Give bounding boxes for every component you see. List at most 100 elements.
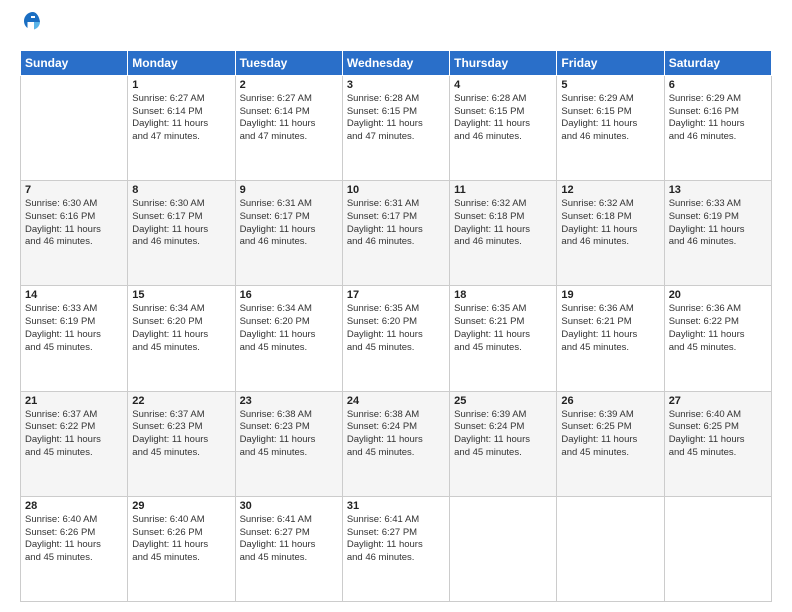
- day-number: 29: [132, 500, 230, 512]
- calendar-cell: 22Sunrise: 6:37 AM Sunset: 6:23 PM Dayli…: [128, 391, 235, 496]
- calendar-cell: 12Sunrise: 6:32 AM Sunset: 6:18 PM Dayli…: [557, 181, 664, 286]
- day-number: 25: [454, 395, 552, 407]
- calendar-header-row: SundayMondayTuesdayWednesdayThursdayFrid…: [21, 50, 772, 75]
- day-number: 5: [561, 79, 659, 91]
- day-number: 3: [347, 79, 445, 91]
- day-info: Sunrise: 6:29 AM Sunset: 6:15 PM Dayligh…: [561, 93, 659, 144]
- calendar-cell: 7 Sunrise: 6:30 AM Sunset: 6:16 PM Daylig…: [21, 181, 128, 286]
- day-info: Sunrise: 6:39 AM Sunset: 6:25 PM Dayligh…: [561, 409, 659, 460]
- day-info: Sunrise: 6:33 AM Sunset: 6:19 PM Dayligh…: [25, 303, 123, 354]
- calendar-page: SundayMondayTuesdayWednesdayThursdayFrid…: [0, 0, 792, 612]
- day-number: 21: [25, 395, 123, 407]
- day-number: 15: [132, 289, 230, 301]
- day-number: 30: [240, 500, 338, 512]
- calendar-cell: 18 Sunrise: 6:35 AM Sunset: 6:21 PM Dayli…: [450, 286, 557, 391]
- calendar-cell: 5 Sunrise: 6:29 AM Sunset: 6:15 PM Daylig…: [557, 75, 664, 180]
- calendar-cell: 31 Sunrise: 6:41 AM Sunset: 6:27 PM Dayli…: [342, 496, 449, 601]
- calendar-cell: [664, 496, 771, 601]
- day-number: 27: [669, 395, 767, 407]
- day-info: Sunrise: 6:38 AM Sunset: 6:24 PM Dayligh…: [347, 409, 445, 460]
- day-number: 20: [669, 289, 767, 301]
- day-info: Sunrise: 6:29 AM Sunset: 6:16 PM Dayligh…: [669, 93, 767, 144]
- week-row-2: 7 Sunrise: 6:30 AM Sunset: 6:16 PM Daylig…: [21, 181, 772, 286]
- day-info: Sunrise: 6:34 AM Sunset: 6:20 PM Dayligh…: [132, 303, 230, 354]
- calendar-cell: 9 Sunrise: 6:31 AM Sunset: 6:17 PM Daylig…: [235, 181, 342, 286]
- day-number: 24: [347, 395, 445, 407]
- calendar-cell: [21, 75, 128, 180]
- day-info: Sunrise: 6:27 AM Sunset: 6:14 PM Dayligh…: [132, 93, 230, 144]
- calendar-cell: 17Sunrise: 6:35 AM Sunset: 6:20 PM Dayli…: [342, 286, 449, 391]
- day-info: Sunrise: 6:35 AM Sunset: 6:21 PM Dayligh…: [454, 303, 552, 354]
- calendar-cell: [557, 496, 664, 601]
- day-info: Sunrise: 6:40 AM Sunset: 6:26 PM Dayligh…: [132, 514, 230, 565]
- day-header-wednesday: Wednesday: [342, 50, 449, 75]
- calendar-cell: 24 Sunrise: 6:38 AM Sunset: 6:24 PM Dayli…: [342, 391, 449, 496]
- calendar-cell: 25 Sunrise: 6:39 AM Sunset: 6:24 PM Dayli…: [450, 391, 557, 496]
- week-row-1: 1 Sunrise: 6:27 AM Sunset: 6:14 PM Daylig…: [21, 75, 772, 180]
- day-info: Sunrise: 6:40 AM Sunset: 6:25 PM Dayligh…: [669, 409, 767, 460]
- header: [20, 18, 772, 38]
- calendar-cell: 2Sunrise: 6:27 AM Sunset: 6:14 PM Daylig…: [235, 75, 342, 180]
- day-number: 26: [561, 395, 659, 407]
- day-info: Sunrise: 6:40 AM Sunset: 6:26 PM Dayligh…: [25, 514, 123, 565]
- day-info: Sunrise: 6:39 AM Sunset: 6:24 PM Dayligh…: [454, 409, 552, 460]
- day-number: 11: [454, 184, 552, 196]
- day-number: 1: [132, 79, 230, 91]
- calendar-cell: 8 Sunrise: 6:30 AM Sunset: 6:17 PM Daylig…: [128, 181, 235, 286]
- day-info: Sunrise: 6:32 AM Sunset: 6:18 PM Dayligh…: [561, 198, 659, 249]
- day-number: 13: [669, 184, 767, 196]
- day-info: Sunrise: 6:35 AM Sunset: 6:20 PM Dayligh…: [347, 303, 445, 354]
- logo: [20, 18, 44, 38]
- day-info: Sunrise: 6:33 AM Sunset: 6:19 PM Dayligh…: [669, 198, 767, 249]
- day-number: 19: [561, 289, 659, 301]
- day-info: Sunrise: 6:36 AM Sunset: 6:22 PM Dayligh…: [669, 303, 767, 354]
- week-row-5: 28 Sunrise: 6:40 AM Sunset: 6:26 PM Dayli…: [21, 496, 772, 601]
- day-info: Sunrise: 6:38 AM Sunset: 6:23 PM Dayligh…: [240, 409, 338, 460]
- day-header-sunday: Sunday: [21, 50, 128, 75]
- day-info: Sunrise: 6:30 AM Sunset: 6:17 PM Dayligh…: [132, 198, 230, 249]
- day-info: Sunrise: 6:32 AM Sunset: 6:18 PM Dayligh…: [454, 198, 552, 249]
- day-header-thursday: Thursday: [450, 50, 557, 75]
- calendar-table: SundayMondayTuesdayWednesdayThursdayFrid…: [20, 50, 772, 602]
- calendar-cell: 15 Sunrise: 6:34 AM Sunset: 6:20 PM Dayli…: [128, 286, 235, 391]
- week-row-3: 14 Sunrise: 6:33 AM Sunset: 6:19 PM Dayli…: [21, 286, 772, 391]
- day-info: Sunrise: 6:41 AM Sunset: 6:27 PM Dayligh…: [240, 514, 338, 565]
- calendar-cell: 1 Sunrise: 6:27 AM Sunset: 6:14 PM Daylig…: [128, 75, 235, 180]
- day-info: Sunrise: 6:31 AM Sunset: 6:17 PM Dayligh…: [240, 198, 338, 249]
- day-number: 7: [25, 184, 123, 196]
- day-info: Sunrise: 6:34 AM Sunset: 6:20 PM Dayligh…: [240, 303, 338, 354]
- day-number: 14: [25, 289, 123, 301]
- calendar-body: 1 Sunrise: 6:27 AM Sunset: 6:14 PM Daylig…: [21, 75, 772, 601]
- calendar-cell: 3 Sunrise: 6:28 AM Sunset: 6:15 PM Daylig…: [342, 75, 449, 180]
- calendar-cell: 29 Sunrise: 6:40 AM Sunset: 6:26 PM Dayli…: [128, 496, 235, 601]
- day-number: 31: [347, 500, 445, 512]
- calendar-cell: 19 Sunrise: 6:36 AM Sunset: 6:21 PM Dayli…: [557, 286, 664, 391]
- day-info: Sunrise: 6:36 AM Sunset: 6:21 PM Dayligh…: [561, 303, 659, 354]
- day-number: 18: [454, 289, 552, 301]
- week-row-4: 21Sunrise: 6:37 AM Sunset: 6:22 PM Dayli…: [21, 391, 772, 496]
- day-number: 16: [240, 289, 338, 301]
- calendar-cell: 6Sunrise: 6:29 AM Sunset: 6:16 PM Daylig…: [664, 75, 771, 180]
- calendar-cell: 20 Sunrise: 6:36 AM Sunset: 6:22 PM Dayli…: [664, 286, 771, 391]
- day-info: Sunrise: 6:37 AM Sunset: 6:23 PM Dayligh…: [132, 409, 230, 460]
- day-info: Sunrise: 6:28 AM Sunset: 6:15 PM Dayligh…: [347, 93, 445, 144]
- logo-icon: [22, 10, 44, 32]
- calendar-cell: 10Sunrise: 6:31 AM Sunset: 6:17 PM Dayli…: [342, 181, 449, 286]
- day-number: 9: [240, 184, 338, 196]
- day-number: 28: [25, 500, 123, 512]
- day-number: 23: [240, 395, 338, 407]
- calendar-cell: 30 Sunrise: 6:41 AM Sunset: 6:27 PM Dayli…: [235, 496, 342, 601]
- day-info: Sunrise: 6:41 AM Sunset: 6:27 PM Dayligh…: [347, 514, 445, 565]
- day-info: Sunrise: 6:28 AM Sunset: 6:15 PM Dayligh…: [454, 93, 552, 144]
- day-header-monday: Monday: [128, 50, 235, 75]
- calendar-cell: 4 Sunrise: 6:28 AM Sunset: 6:15 PM Daylig…: [450, 75, 557, 180]
- calendar-cell: [450, 496, 557, 601]
- day-number: 8: [132, 184, 230, 196]
- calendar-cell: 21Sunrise: 6:37 AM Sunset: 6:22 PM Dayli…: [21, 391, 128, 496]
- calendar-cell: 26 Sunrise: 6:39 AM Sunset: 6:25 PM Dayli…: [557, 391, 664, 496]
- calendar-cell: 16 Sunrise: 6:34 AM Sunset: 6:20 PM Dayli…: [235, 286, 342, 391]
- day-info: Sunrise: 6:31 AM Sunset: 6:17 PM Dayligh…: [347, 198, 445, 249]
- calendar-cell: 28 Sunrise: 6:40 AM Sunset: 6:26 PM Dayli…: [21, 496, 128, 601]
- day-info: Sunrise: 6:30 AM Sunset: 6:16 PM Dayligh…: [25, 198, 123, 249]
- day-number: 4: [454, 79, 552, 91]
